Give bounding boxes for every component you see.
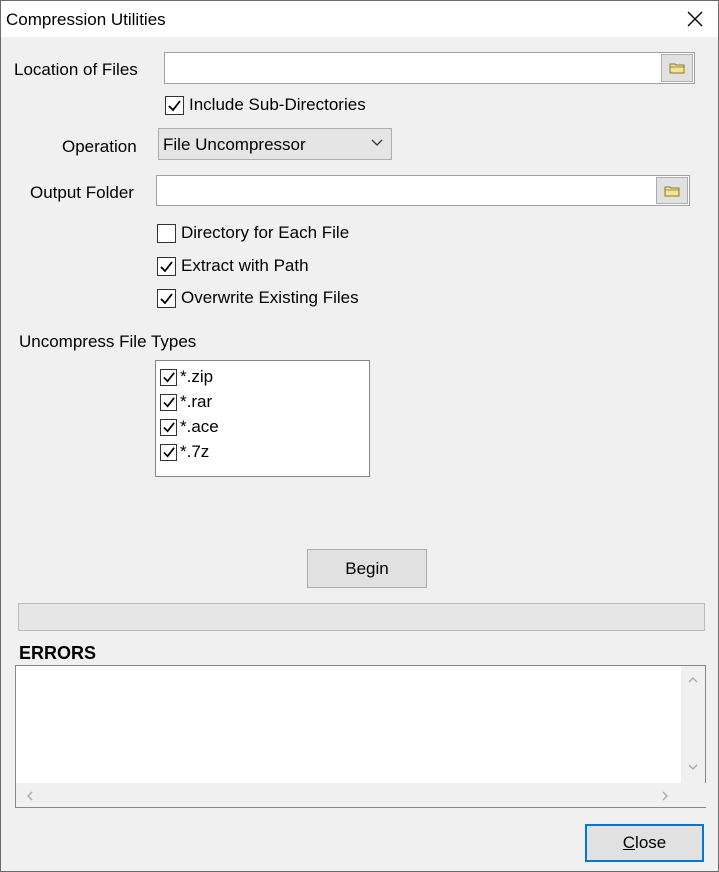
checkbox-box[interactable] [165, 95, 184, 115]
output-folder-input[interactable] [156, 175, 690, 206]
operation-label: Operation [62, 137, 137, 156]
window-close-button[interactable] [672, 1, 718, 37]
vertical-scrollbar[interactable] [681, 666, 705, 784]
folder-icon [664, 186, 680, 196]
checkbox-box[interactable] [160, 393, 177, 411]
checkbox-box[interactable] [160, 418, 177, 436]
operation-dropdown[interactable]: File Uncompressor [158, 128, 392, 160]
checkmark-icon [160, 292, 173, 304]
include-subdirectories-label: Include Sub-Directories [189, 95, 366, 114]
file-types-label: Uncompress File Types [19, 332, 197, 351]
file-type-label: *.7z [180, 442, 210, 461]
include-subdirectories-checkbox[interactable]: Include Sub-Directories [165, 95, 366, 115]
progress-bar [18, 603, 705, 631]
checkmark-icon [162, 447, 175, 458]
chevron-up-icon[interactable] [688, 676, 698, 684]
checkmark-icon [162, 397, 175, 408]
begin-button[interactable]: Begin [307, 549, 427, 588]
checkmark-icon [162, 372, 175, 383]
list-item[interactable]: *.zip [160, 367, 213, 387]
errors-label: ERRORS [19, 643, 97, 663]
list-item[interactable]: *.ace [160, 417, 219, 437]
list-item[interactable]: *.7z [160, 442, 209, 462]
checkbox-box[interactable] [160, 368, 177, 386]
file-type-label: *.zip [180, 367, 214, 386]
title-bar: Compression Utilities [1, 1, 718, 37]
errors-textarea[interactable] [15, 665, 706, 808]
chevron-down-icon [371, 139, 383, 146]
location-input[interactable] [164, 52, 695, 84]
folder-icon [669, 63, 685, 74]
close-button[interactable]: Close [585, 824, 704, 862]
location-browse-button[interactable] [661, 54, 693, 82]
checkbox-box[interactable] [160, 443, 177, 461]
scrollbar-corner [681, 783, 705, 807]
checkmark-icon [162, 422, 175, 433]
extract-with-path-checkbox[interactable]: Extract with Path [157, 256, 309, 276]
extract-with-path-label: Extract with Path [181, 256, 309, 275]
output-browse-button[interactable] [656, 177, 688, 204]
horizontal-scrollbar[interactable] [16, 783, 706, 807]
file-type-label: *.ace [180, 417, 219, 436]
window-title: Compression Utilities [6, 10, 166, 29]
close-button-label: Close [622, 833, 667, 852]
overwrite-existing-label: Overwrite Existing Files [181, 288, 359, 307]
file-type-label: *.rar [180, 392, 213, 411]
operation-selected-value: File Uncompressor [163, 135, 306, 154]
chevron-down-icon[interactable] [688, 763, 698, 771]
checkbox-box[interactable] [157, 223, 176, 243]
overwrite-existing-checkbox[interactable]: Overwrite Existing Files [157, 288, 359, 308]
checkbox-box[interactable] [157, 288, 176, 308]
directory-each-file-checkbox[interactable]: Directory for Each File [157, 223, 349, 243]
output-folder-label: Output Folder [30, 183, 134, 202]
list-item[interactable]: *.rar [160, 392, 212, 412]
chevron-left-icon[interactable] [26, 791, 34, 801]
directory-each-file-label: Directory for Each File [181, 223, 350, 242]
checkbox-box[interactable] [157, 256, 176, 276]
checkmark-icon [168, 99, 181, 111]
file-types-checklist: *.zip *.rar *.ace *.7z [155, 360, 370, 477]
close-icon [687, 11, 703, 27]
location-label: Location of Files [14, 60, 138, 79]
checkmark-icon [160, 260, 173, 272]
compression-utilities-dialog: Compression Utilities Location of Files … [0, 0, 719, 872]
chevron-right-icon[interactable] [661, 791, 669, 801]
begin-button-label: Begin [345, 558, 389, 578]
